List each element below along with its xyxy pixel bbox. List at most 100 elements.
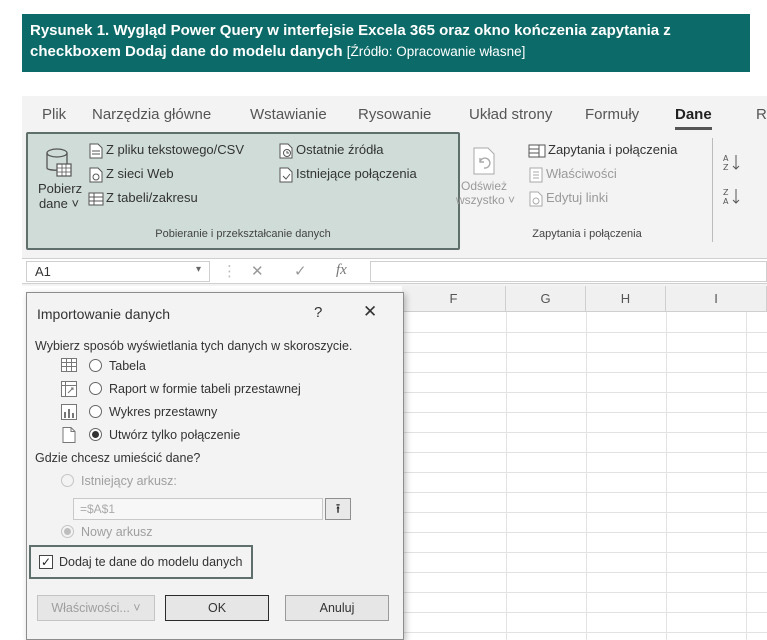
tab-formuly[interactable]: Formuły: [585, 106, 639, 123]
name-box[interactable]: A1 ▾: [26, 261, 210, 282]
sort-descending-icon[interactable]: ZA: [722, 186, 742, 209]
svg-text:A: A: [723, 197, 729, 206]
radio-table[interactable]: [89, 359, 102, 372]
column-header-h[interactable]: H: [586, 286, 666, 312]
from-table-label: Z tabeli/zakresu: [106, 190, 198, 205]
tab-plik[interactable]: Plik: [42, 106, 66, 123]
help-icon[interactable]: ?: [314, 304, 322, 321]
grid-row-line: [402, 552, 767, 553]
formula-bar: A1 ▾ ⋮ ✕ ✓ fx: [22, 258, 767, 284]
column-header-i[interactable]: I: [666, 286, 767, 312]
option-connection-only-label: Utwórz tylko połączenie: [109, 428, 241, 442]
from-text-csv-label: Z pliku tekstowego/CSV: [106, 142, 245, 157]
grid-row-line: [402, 432, 767, 433]
grid-column-line: [506, 312, 507, 640]
pivot-table-icon: [61, 381, 77, 397]
radio-connection-only[interactable]: [89, 428, 102, 441]
queries-connections-button[interactable]: Zapytania i połączenia: [528, 142, 677, 159]
properties-label: Właściwości: [546, 166, 617, 181]
grid-row-line: [402, 572, 767, 573]
option-pivot-table-label: Raport w formie tabeli przestawnej: [109, 382, 301, 396]
svg-text:Z: Z: [723, 163, 729, 172]
grid-row-line: [402, 532, 767, 533]
refresh-all-label-2: wszystko ˅: [456, 193, 516, 207]
name-box-dropdown-icon[interactable]: ▾: [196, 264, 201, 275]
tab-narzedzia-glowne[interactable]: Narzędzia główne: [92, 106, 211, 123]
new-sheet-label: Nowy arkusz: [81, 525, 153, 539]
grid-row-line: [402, 592, 767, 593]
radio-pivot-chart[interactable]: [89, 405, 102, 418]
insert-function-icon[interactable]: fx: [336, 262, 347, 279]
get-data-label-2: dane ˅: [38, 196, 80, 211]
grid-row-line: [402, 452, 767, 453]
cell-reference-value: =$A$1: [80, 502, 116, 516]
table-icon: [61, 358, 77, 372]
formula-input[interactable]: [370, 261, 767, 282]
tab-uklad-strony[interactable]: Układ strony: [469, 106, 552, 123]
radio-pivot-table[interactable]: [89, 382, 102, 395]
tab-dane[interactable]: Dane: [675, 106, 712, 130]
tab-wstawianie[interactable]: Wstawianie: [250, 106, 327, 123]
queries-pane-icon: [528, 144, 546, 158]
add-to-model-highlight: ✓ Dodaj te dane do modelu danych: [29, 545, 253, 579]
recent-sources-label: Ostatnie źródła: [296, 142, 384, 157]
existing-connections-icon: [279, 167, 293, 183]
get-transform-group: Pobierz dane ˅ Z pliku tekstowego/CSV Z …: [26, 132, 460, 250]
grid-row-line: [402, 472, 767, 473]
database-icon: [46, 148, 72, 177]
refresh-all-label-1: Odśwież: [460, 179, 507, 193]
grid-row-line: [402, 492, 767, 493]
properties-icon: [529, 167, 543, 183]
grid-row-line: [402, 352, 767, 353]
edit-links-icon: [529, 191, 543, 207]
sort-ascending-icon[interactable]: AZ: [722, 152, 742, 175]
column-header-f[interactable]: F: [402, 286, 506, 312]
existing-connections-button[interactable]: Istniejące połączenia: [278, 166, 417, 183]
grid-row-line: [402, 612, 767, 613]
grid-row-line: [402, 512, 767, 513]
from-web-label: Z sieci Web: [106, 166, 174, 181]
from-table-button[interactable]: Z tabeli/zakresu: [88, 190, 198, 207]
dialog-title: Importowanie danych: [37, 306, 171, 322]
recent-sources-button[interactable]: Ostatnie źródła: [278, 142, 383, 159]
from-text-csv-button[interactable]: Z pliku tekstowego/CSV: [88, 142, 244, 159]
radio-new-sheet[interactable]: [61, 525, 74, 538]
import-data-dialog: Importowanie danych ? ✕ Wybierz sposób w…: [26, 292, 404, 640]
grid-row-line: [402, 332, 767, 333]
svg-text:Z: Z: [723, 188, 729, 197]
upload-arrow-icon: ⭱: [335, 501, 341, 516]
tab-rysowanie[interactable]: Rysowanie: [358, 106, 431, 123]
cancel-button[interactable]: Anuluj: [285, 595, 389, 621]
grid-row-line: [402, 372, 767, 373]
edit-links-label: Edytuj linki: [546, 190, 609, 205]
ok-button[interactable]: OK: [165, 595, 269, 621]
cancel-entry-icon[interactable]: ✕: [251, 262, 264, 280]
name-box-value: A1: [35, 264, 51, 279]
confirm-entry-icon[interactable]: ✓: [294, 262, 307, 280]
refresh-icon: [473, 147, 495, 175]
svg-text:A: A: [723, 154, 729, 163]
from-web-button[interactable]: Z sieci Web: [88, 166, 174, 183]
properties-dialog-button[interactable]: Właściwości... ˅: [37, 595, 155, 621]
add-to-model-checkbox[interactable]: ✓: [39, 555, 53, 569]
properties-button[interactable]: Właściwości: [528, 166, 617, 183]
grid-row-line: [402, 392, 767, 393]
option-pivot-chart-label: Wykres przestawny: [109, 405, 218, 419]
get-data-button[interactable]: Pobierz dane ˅: [38, 148, 82, 211]
get-transform-group-label: Pobieranie i przekształcanie danych: [155, 228, 331, 240]
tab-recenzja[interactable]: R: [756, 106, 767, 123]
close-icon[interactable]: ✕: [363, 302, 377, 322]
web-page-icon: [89, 167, 103, 183]
caption-source: [Źródło: Opracowanie własne]: [346, 44, 526, 59]
edit-links-button[interactable]: Edytuj linki: [528, 190, 608, 207]
ribbon-tabs: Plik Narzędzia główne Wstawianie Rysowan…: [22, 96, 767, 130]
column-header-g[interactable]: G: [506, 286, 586, 312]
add-to-model-label: Dodaj te dane do modelu danych: [59, 555, 243, 569]
refresh-all-button[interactable]: Odśwież wszystko ˅: [456, 146, 516, 207]
cell-reference-input[interactable]: =$A$1: [73, 498, 323, 520]
ribbon-separator: [712, 138, 713, 242]
grid-row-line: [402, 632, 767, 633]
recent-sources-icon: [279, 143, 293, 159]
collapse-dialog-button[interactable]: ⭱: [325, 498, 351, 520]
radio-existing-sheet[interactable]: [61, 474, 74, 487]
